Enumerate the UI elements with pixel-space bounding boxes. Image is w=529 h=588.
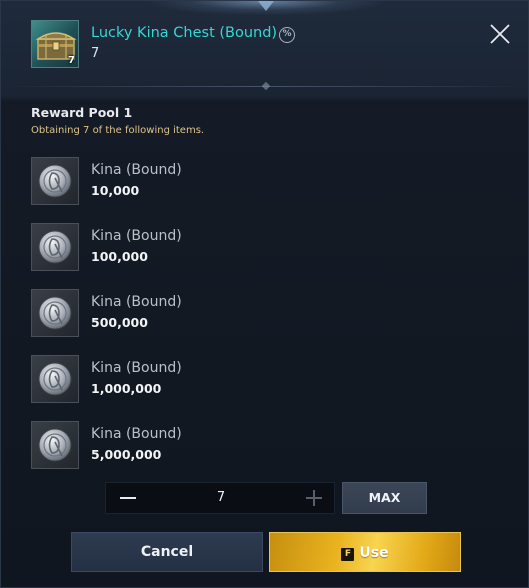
close-icon <box>490 24 510 44</box>
reward-item-name: Kina (Bound) <box>91 228 182 244</box>
item-title: Lucky Kina Chest (Bound) <box>91 25 278 41</box>
kina-coin-icon <box>31 421 79 469</box>
bound-icon: % <box>279 27 295 43</box>
reward-item-amount: 1,000,000 <box>91 381 162 396</box>
decrease-quantity-button[interactable] <box>106 483 150 513</box>
quantity-input[interactable]: 7 <box>150 483 292 513</box>
use-button[interactable]: F Use <box>269 532 461 572</box>
reward-item[interactable]: Kina (Bound) 10,000 <box>31 157 331 205</box>
increase-quantity-button[interactable] <box>292 483 336 513</box>
reward-item[interactable]: Kina (Bound) 100,000 <box>31 223 331 271</box>
keybind-hint: F <box>341 548 355 561</box>
item-owned-count: 7 <box>91 46 100 61</box>
use-button-content: F Use <box>270 533 460 571</box>
kina-coin-icon <box>31 355 79 403</box>
reward-item-amount: 500,000 <box>91 315 148 330</box>
close-button[interactable] <box>487 21 513 47</box>
reward-item-name: Kina (Bound) <box>91 162 182 178</box>
max-button[interactable]: MAX <box>342 482 427 514</box>
treasure-chest-icon: 7 <box>31 20 79 68</box>
use-button-label: Use <box>359 545 389 561</box>
reward-item-name: Kina (Bound) <box>91 360 182 376</box>
reward-item[interactable]: Kina (Bound) 5,000,000 <box>31 421 331 469</box>
item-use-dialog: 7 Lucky Kina Chest (Bound) % 7 Reward Po… <box>0 0 529 588</box>
reward-pool-title: Reward Pool 1 <box>31 105 133 120</box>
reward-item-amount: 10,000 <box>91 183 140 198</box>
reward-item[interactable]: Kina (Bound) 500,000 <box>31 289 331 337</box>
reward-item-amount: 100,000 <box>91 249 148 264</box>
kina-coin-icon <box>31 289 79 337</box>
reward-pool-description: Obtaining 7 of the following items. <box>31 125 205 136</box>
chest-stack-count: 7 <box>68 55 75 66</box>
reward-item-name: Kina (Bound) <box>91 426 182 442</box>
reward-item-name: Kina (Bound) <box>91 294 182 310</box>
cancel-button[interactable]: Cancel <box>71 532 263 572</box>
kina-coin-icon <box>31 223 79 271</box>
kina-coin-icon <box>31 157 79 205</box>
quantity-stepper: 7 <box>105 482 335 514</box>
reward-item[interactable]: Kina (Bound) 1,000,000 <box>31 355 331 403</box>
reward-item-amount: 5,000,000 <box>91 447 162 462</box>
